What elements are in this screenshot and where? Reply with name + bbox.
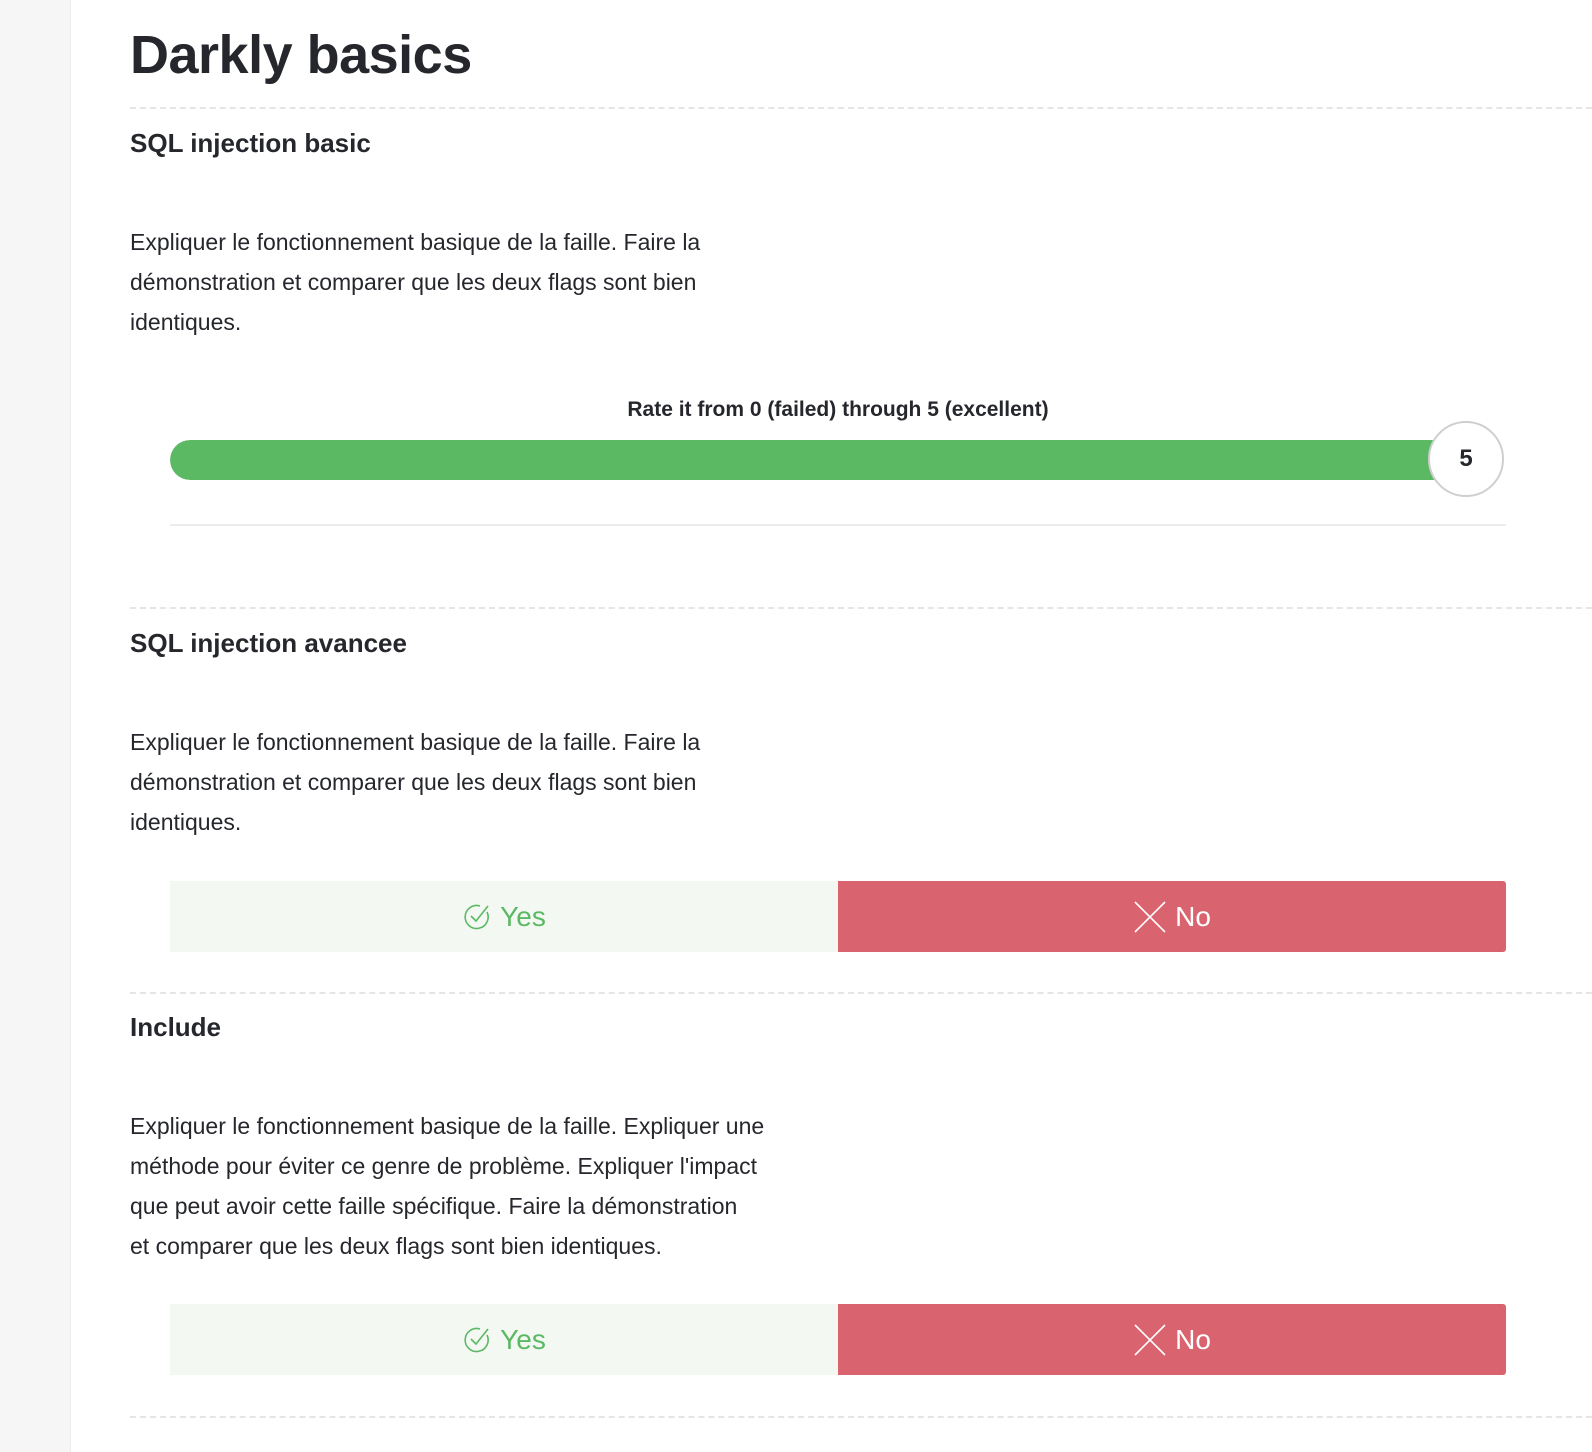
description-line: démonstration et comparer que les deux f… — [130, 269, 697, 295]
no-button[interactable]: No — [838, 881, 1506, 952]
slider-fill — [170, 440, 1466, 480]
page-title: Darkly basics — [130, 25, 472, 85]
slider-handle[interactable]: 5 — [1428, 421, 1504, 497]
yes-label: Yes — [500, 900, 546, 932]
description-line: Expliquer le fonctionnement basique de l… — [130, 229, 701, 255]
slider-baseline — [170, 524, 1506, 526]
no-label: No — [1175, 900, 1211, 932]
section-divider — [130, 992, 1592, 994]
left-sidebar-gutter — [0, 0, 71, 1452]
slider-track[interactable] — [170, 440, 1466, 480]
close-icon — [1133, 1323, 1167, 1357]
section-title-include: Include — [130, 1012, 222, 1042]
description-line: Expliquer le fonctionnement basique de l… — [130, 729, 701, 755]
no-button[interactable]: No — [838, 1304, 1506, 1375]
yes-no-toggle: Yes No — [170, 1304, 1506, 1375]
description-line: démonstration et comparer que les deux f… — [130, 769, 697, 795]
rating-slider[interactable]: 5 — [170, 421, 1506, 526]
section-divider — [130, 607, 1592, 609]
section-description-include: Expliquer le fonctionnement basique de l… — [130, 1106, 764, 1266]
description-line: identiques. — [130, 309, 242, 335]
section-title-sql-injection-avancee: SQL injection avancee — [130, 628, 407, 658]
yes-button[interactable]: Yes — [170, 1304, 838, 1375]
slider-value: 5 — [1459, 445, 1473, 472]
rating-label: Rate it from 0 (failed) through 5 (excel… — [627, 398, 1049, 421]
section-description-sql-injection-avancee: Expliquer le fonctionnement basique de l… — [130, 722, 700, 842]
section-divider — [130, 107, 1592, 109]
section-divider — [130, 1416, 1592, 1418]
description-line: identiques. — [130, 809, 242, 835]
description-line: méthode pour éviter ce genre de problème… — [130, 1153, 758, 1179]
no-label: No — [1175, 1323, 1211, 1355]
section-description-sql-injection-basic: Expliquer le fonctionnement basique de l… — [130, 222, 700, 342]
description-line: Expliquer le fonctionnement basique de l… — [130, 1113, 765, 1139]
yes-label: Yes — [500, 1323, 546, 1355]
check-circle-icon — [462, 902, 492, 932]
description-line: et comparer que les deux flags sont bien… — [130, 1233, 662, 1259]
check-circle-icon — [462, 1325, 492, 1355]
yes-no-toggle: Yes No — [170, 881, 1506, 952]
description-line: que peut avoir cette faille spécifique. … — [130, 1193, 738, 1219]
section-title-sql-injection-basic: SQL injection basic — [130, 128, 371, 158]
yes-button[interactable]: Yes — [170, 881, 838, 952]
close-icon — [1133, 900, 1167, 934]
